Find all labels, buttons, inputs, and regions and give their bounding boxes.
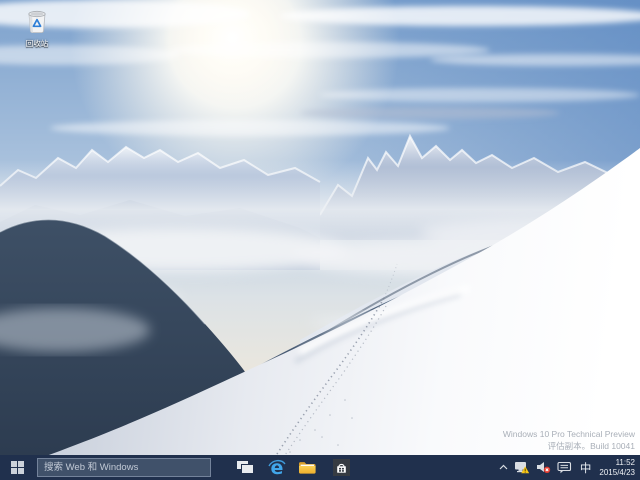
store-button[interactable] xyxy=(328,455,354,480)
store-icon xyxy=(333,459,350,476)
search-input[interactable] xyxy=(38,459,210,476)
watermark-line2: 评估副本。Build 10041 xyxy=(503,441,635,453)
task-view-icon xyxy=(237,461,254,474)
internet-explorer-button[interactable]: e xyxy=(264,455,290,480)
network-warning-icon xyxy=(514,461,530,474)
task-view-button[interactable] xyxy=(232,455,258,480)
network-status-button[interactable] xyxy=(511,455,533,480)
clock-time: 11:52 xyxy=(599,458,635,468)
taskbar-search xyxy=(37,458,211,477)
action-center-button[interactable] xyxy=(554,455,575,480)
recycle-bin-label: 回收站 xyxy=(8,39,66,48)
volume-muted-icon xyxy=(536,461,551,474)
file-explorer-icon xyxy=(298,460,317,475)
ime-indicator[interactable]: 中 xyxy=(575,455,597,480)
chevron-up-icon xyxy=(499,464,508,471)
desktop: 回收站 Windows 10 Pro Technical Preview 评估副… xyxy=(0,0,640,480)
volume-button[interactable] xyxy=(533,455,554,480)
internet-explorer-icon: e xyxy=(266,457,288,479)
file-explorer-button[interactable] xyxy=(294,455,320,480)
taskbar: e xyxy=(0,455,640,480)
recycle-bin-glyph xyxy=(22,4,52,34)
watermark-line1: Windows 10 Pro Technical Preview xyxy=(503,429,635,441)
desktop-wallpaper xyxy=(0,0,640,480)
action-center-icon xyxy=(557,461,572,474)
tray-expand-button[interactable] xyxy=(496,455,511,480)
system-tray: 中 11:52 2015/4/23 xyxy=(496,455,640,480)
taskbar-clock[interactable]: 11:52 2015/4/23 xyxy=(596,458,635,477)
evaluation-watermark: Windows 10 Pro Technical Preview 评估副本。Bu… xyxy=(503,429,635,452)
start-button[interactable] xyxy=(0,455,34,480)
windows-logo-icon xyxy=(11,461,24,474)
clock-date: 2015/4/23 xyxy=(599,468,635,478)
recycle-bin-icon[interactable]: 回收站 xyxy=(8,4,66,48)
